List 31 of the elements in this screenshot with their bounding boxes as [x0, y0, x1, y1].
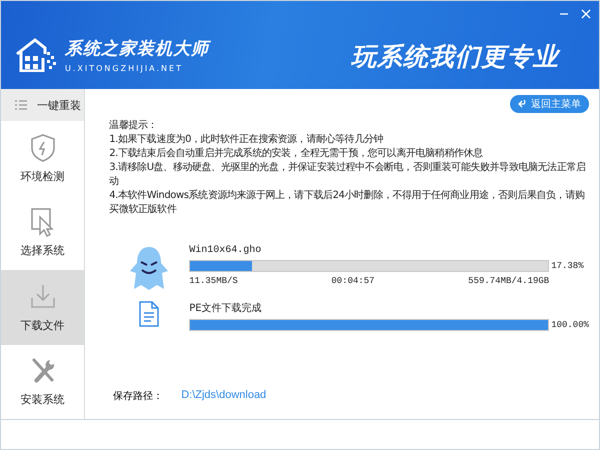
save-path-link[interactable]: D:\Zjds\download	[181, 389, 266, 403]
menu-icon	[15, 100, 27, 110]
progress-percent: 100.00%	[551, 320, 589, 330]
tip-text: 2.下载结束后会自动重启并完成系统的安装，全程无需干预，您可以离开电脑稍稍作休息	[109, 147, 484, 161]
sidebar-item[interactable]: 下载文件	[1, 270, 84, 344]
app-name: 系统之家装机大师	[65, 38, 209, 60]
sidebar-item[interactable]: 环境检测	[1, 121, 84, 196]
house-logo-icon	[15, 38, 59, 72]
sidebar-title: 一键重装	[37, 98, 81, 112]
tip-text: 1.如果下载速度为0，此时软件正在搜索资源，请耐心等待几分钟	[109, 133, 384, 147]
remaining-time: 00:04:57	[331, 276, 375, 286]
ghost-icon	[129, 245, 170, 291]
sidebar-item[interactable]: 选择系统	[1, 196, 84, 270]
download-speed: 11.35MB/S	[189, 276, 238, 286]
document-icon	[139, 301, 160, 327]
tip-text: 4.本软件Windows系统资源均来源于网上，请下载后24小时删除，不得用于任何商业用途，否则后果自负，请购买微软正版软件	[109, 189, 586, 217]
shield-icon	[30, 132, 56, 163]
app-url: U.XITONGZHIJIA.NET	[65, 64, 184, 73]
save-path-label: 保存路径：	[113, 390, 164, 403]
download-size: 559.74MB/4.19GB	[468, 276, 550, 286]
progress-percent: 17.38%	[551, 261, 584, 271]
file-name: PE文件下载完成	[189, 302, 262, 315]
slogan: 玩系统我们更专业	[351, 41, 559, 73]
back-button[interactable]: 返回主菜单	[510, 95, 589, 113]
cursor-icon	[30, 207, 56, 238]
tip-text: 温馨提示：	[109, 119, 158, 133]
close-button[interactable]	[581, 9, 591, 19]
back-arrow-icon	[518, 99, 528, 109]
file-name: Win10x64.gho	[189, 245, 262, 256]
sidebar-item[interactable]: 安装系统	[1, 344, 84, 419]
tip-text: 3.请移除U盘、移动硬盘、光驱里的光盘，并保证安装过程中不会断电，否则重装可能失败并导致电脑无法正常启动	[109, 161, 587, 189]
